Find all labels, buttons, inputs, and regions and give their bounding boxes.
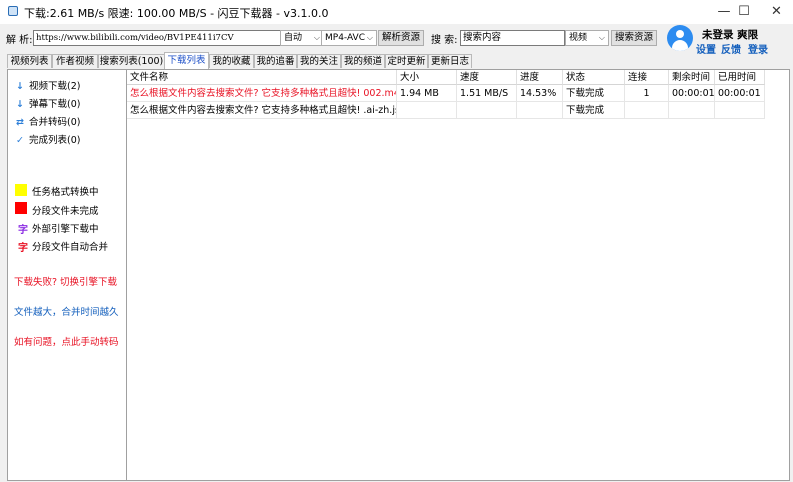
table-row-status: 下载完成 xyxy=(563,85,625,102)
parse-label: 解 析: xyxy=(6,35,33,46)
search-resource-button[interactable]: 搜索资源 xyxy=(611,30,657,46)
legend-segment-incomplete: 分段文件未完成 xyxy=(32,206,99,217)
table-row-filename[interactable]: 怎么根据文件内容去搜索文件? 它支持多种格式且超快! .ai-zh.json xyxy=(127,102,397,119)
table-row-progress: 14.53% xyxy=(517,85,563,102)
merge-time-tip: 文件越大，合并时间越久 xyxy=(14,307,119,318)
sidebar-item-danmaku-download[interactable]: ↓ 弹幕下载(0) xyxy=(14,96,81,110)
table-row-elapsed xyxy=(715,102,765,119)
app-icon xyxy=(8,6,18,16)
convert-arrows-icon: ⇄ xyxy=(16,117,24,128)
column-header-status[interactable]: 状态 xyxy=(563,70,625,85)
column-header-connections[interactable]: 连接 xyxy=(625,70,669,85)
download-table: 文件名称 大小 速度 进度 状态 连接 剩余时间 已用时间 怎么根据文件内容去搜… xyxy=(127,70,789,480)
legend-auto-merge-glyph: 字 xyxy=(18,243,28,254)
tab-scheduled-update[interactable]: 定时更新 xyxy=(385,54,428,68)
arrow-down-icon: ↓ xyxy=(16,99,24,110)
chevron-down-icon: ⌵ xyxy=(313,33,320,42)
title-bar: 下载:2.61 MB/s 限速: 100.00 MB/S - 闪豆下载器 - v… xyxy=(0,0,793,24)
chevron-down-icon: ⌵ xyxy=(366,33,373,42)
quality-select-value: 自动 xyxy=(284,33,303,43)
table-row-status: 下载完成 xyxy=(563,102,625,119)
column-header-elapsed[interactable]: 已用时间 xyxy=(715,70,765,85)
chevron-down-icon: ⌵ xyxy=(598,33,605,42)
codec-select-value: MP4-AVC xyxy=(325,33,365,43)
tab-my-bangumi[interactable]: 我的追番 xyxy=(254,54,297,68)
codec-select[interactable]: MP4-AVC ⌵ xyxy=(321,30,377,46)
table-row-connections: 1 xyxy=(625,85,669,102)
table-row-remaining xyxy=(669,102,715,119)
parse-resource-button[interactable]: 解析资源 xyxy=(378,30,424,46)
sidebar: ↓ 视频下载(2) ↓ 弹幕下载(0) ⇄ 合并转码(0) ✓ 完成列表(0) … xyxy=(8,70,127,480)
tab-author-videos[interactable]: 作者视频 xyxy=(52,54,98,68)
sidebar-item-label: 完成列表(0) xyxy=(29,135,81,146)
legend-external-engine: 外部引擎下载中 xyxy=(32,224,99,235)
table-row-progress xyxy=(517,102,563,119)
avatar-icon[interactable] xyxy=(667,25,693,51)
switch-engine-link[interactable]: 下载失败? 切换引擎下载 xyxy=(14,274,117,288)
column-header-progress[interactable]: 进度 xyxy=(517,70,563,85)
arrow-down-icon: ↓ xyxy=(16,81,24,92)
tab-my-channels[interactable]: 我的频道 xyxy=(341,54,385,68)
sidebar-item-completed[interactable]: ✓ 完成列表(0) xyxy=(14,132,81,146)
sidebar-item-label: 合并转码(0) xyxy=(29,117,81,128)
column-header-filename[interactable]: 文件名称 xyxy=(127,70,397,85)
legend-yellow-swatch xyxy=(15,184,27,196)
table-row-size xyxy=(397,102,457,119)
download-panel: ↓ 视频下载(2) ↓ 弹幕下载(0) ⇄ 合并转码(0) ✓ 完成列表(0) … xyxy=(7,69,790,481)
avatar-head xyxy=(676,30,684,38)
manual-transcode-link[interactable]: 如有问题，点此手动转码 xyxy=(14,334,119,348)
window-title: 下载:2.61 MB/s 限速: 100.00 MB/S - 闪豆下载器 - v… xyxy=(24,7,329,20)
legend-red-swatch xyxy=(15,202,27,214)
login-link[interactable]: 登录 xyxy=(748,41,768,56)
maximize-button[interactable]: ☐ xyxy=(724,0,764,24)
tab-download-list[interactable]: 下载列表 xyxy=(164,52,209,69)
search-input[interactable]: 搜索内容 xyxy=(460,30,565,46)
url-input[interactable]: https://www.bilibili.com/video/BV1PE411i… xyxy=(33,30,282,46)
tab-changelog[interactable]: 更新日志 xyxy=(428,54,472,68)
feedback-link[interactable]: 反馈 xyxy=(721,41,741,56)
table-row-speed xyxy=(457,102,517,119)
table-row-connections xyxy=(625,102,669,119)
sidebar-item-label: 弹幕下载(0) xyxy=(29,99,81,110)
tab-my-following[interactable]: 我的关注 xyxy=(297,54,341,68)
legend-format-converting: 任务格式转换中 xyxy=(32,187,99,198)
column-header-size[interactable]: 大小 xyxy=(397,70,457,85)
tab-search-list[interactable]: 搜索列表(100) xyxy=(98,54,165,68)
table-row-filename[interactable]: 怎么根据文件内容去搜索文件? 它支持多种格式且超快! 002.m4s xyxy=(127,85,397,102)
legend-auto-merge: 分段文件自动合并 xyxy=(32,242,109,253)
search-type-select[interactable]: 视频 ⌵ xyxy=(565,30,609,46)
column-header-remaining[interactable]: 剩余时间 xyxy=(669,70,715,85)
close-button[interactable]: ✕ xyxy=(760,0,793,24)
avatar-body xyxy=(672,40,688,51)
table-row-remaining: 00:00:01 xyxy=(669,85,715,102)
login-status: 未登录 爽限 xyxy=(702,29,759,41)
quality-select[interactable]: 自动 ⌵ xyxy=(280,30,324,46)
legend-external-engine-glyph: 字 xyxy=(18,225,28,236)
tab-my-favorites[interactable]: 我的收藏 xyxy=(209,54,254,68)
table-row-elapsed: 00:00:01 xyxy=(715,85,765,102)
sidebar-item-merge-transcode[interactable]: ⇄ 合并转码(0) xyxy=(14,114,81,128)
search-type-value: 视频 xyxy=(569,33,588,43)
settings-link[interactable]: 设置 xyxy=(696,41,716,56)
check-icon: ✓ xyxy=(16,135,24,146)
column-header-speed[interactable]: 速度 xyxy=(457,70,517,85)
search-label: 搜 索: xyxy=(431,35,458,46)
tab-video-list[interactable]: 视频列表 xyxy=(7,54,52,68)
sidebar-item-video-download[interactable]: ↓ 视频下载(2) xyxy=(14,78,81,92)
table-row-speed: 1.51 MB/S xyxy=(457,85,517,102)
sidebar-item-label: 视频下载(2) xyxy=(29,81,81,92)
table-row-size: 1.94 MB xyxy=(397,85,457,102)
